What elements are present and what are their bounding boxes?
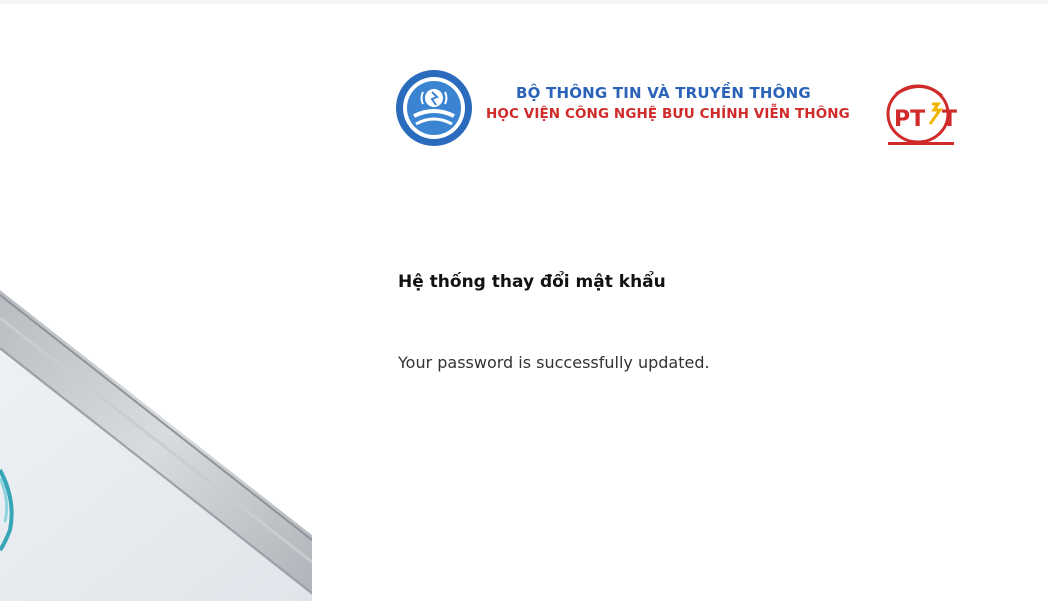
success-message: Your password is successfully updated.: [398, 353, 710, 372]
side-image-graphic: [0, 200, 312, 601]
ptit-logo-icon: PT T: [886, 84, 957, 145]
institution-logo: BỘ THÔNG TIN VÀ TRUYỀN THÔNG HỌC VIỆN CÔ…: [388, 64, 968, 160]
svg-text:T: T: [942, 107, 957, 132]
page-title: Hệ thống thay đổi mật khẩu: [398, 272, 666, 292]
decorative-side-image: [0, 200, 312, 601]
ministry-emblem-icon: [396, 70, 472, 146]
logo-ministry-name: BỘ THÔNG TIN VÀ TRUYỀN THÔNG: [516, 84, 811, 102]
logo-institute-name: HỌC VIỆN CÔNG NGHỆ BƯU CHÍNH VIỄN THÔNG: [486, 106, 850, 122]
svg-text:PT: PT: [894, 107, 925, 132]
top-divider: [0, 0, 1048, 4]
